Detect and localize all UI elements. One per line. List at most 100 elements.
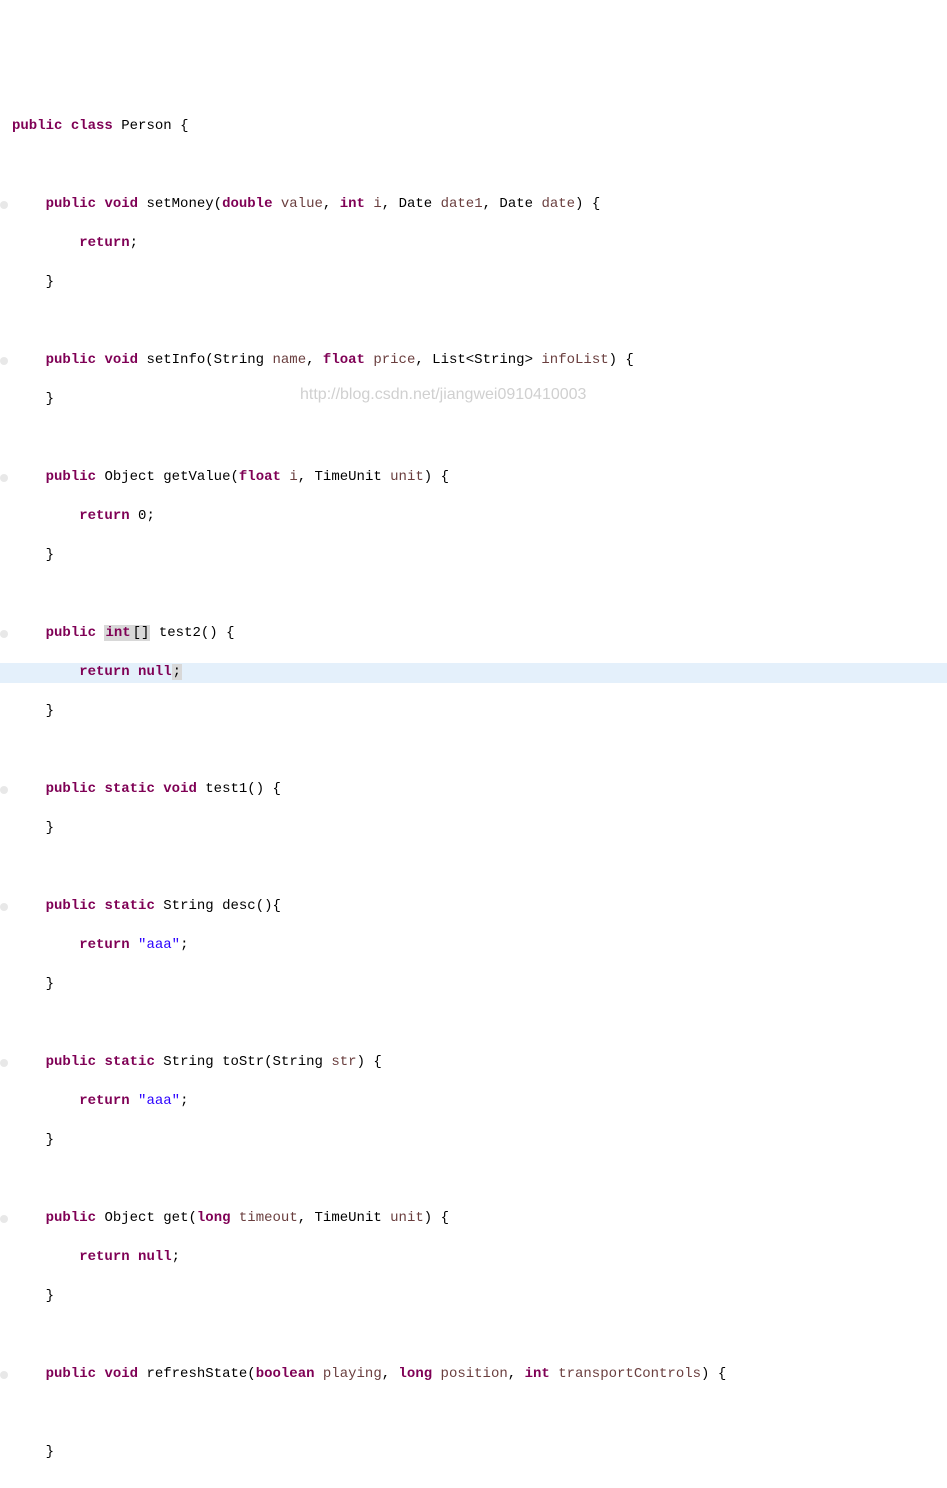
type-double: double bbox=[222, 196, 272, 212]
keyword-public: public bbox=[46, 1366, 96, 1382]
code-line[interactable]: public Object getValue(float i, TimeUnit… bbox=[0, 468, 947, 488]
string-literal: "aaa" bbox=[138, 937, 180, 953]
method-name: get bbox=[163, 1210, 188, 1226]
gutter-marker-icon[interactable] bbox=[0, 1371, 8, 1379]
keyword-void: void bbox=[163, 781, 197, 797]
type-list: List<String> bbox=[432, 352, 533, 368]
code-line-current[interactable]: return null; bbox=[0, 663, 947, 683]
code-line[interactable] bbox=[0, 1482, 947, 1488]
code-line[interactable]: } bbox=[0, 1131, 947, 1151]
type-int: int bbox=[525, 1366, 550, 1382]
code-line[interactable]: return "aaa"; bbox=[0, 1092, 947, 1112]
code-line[interactable]: public static void test1() { bbox=[0, 780, 947, 800]
code-line[interactable]: } bbox=[0, 546, 947, 566]
type-object: Object bbox=[104, 1210, 154, 1226]
gutter-marker-icon[interactable] bbox=[0, 1059, 8, 1067]
type-boolean: boolean bbox=[256, 1366, 315, 1382]
gutter-marker-icon[interactable] bbox=[0, 357, 8, 365]
keyword-public: public bbox=[46, 1210, 96, 1226]
array-brackets: [] bbox=[132, 625, 151, 641]
keyword-public: public bbox=[46, 1054, 96, 1070]
param-unit: unit bbox=[390, 1210, 424, 1226]
keyword-void: void bbox=[104, 196, 138, 212]
code-line[interactable] bbox=[0, 858, 947, 878]
type-float: float bbox=[239, 469, 281, 485]
code-line[interactable]: } bbox=[0, 702, 947, 722]
keyword-void: void bbox=[104, 352, 138, 368]
keyword-public: public bbox=[46, 196, 96, 212]
semicolon: ; bbox=[180, 1093, 188, 1109]
code-line[interactable]: public void setInfo(String name, float p… bbox=[0, 351, 947, 371]
code-line[interactable]: public int[] test2() { bbox=[0, 624, 947, 644]
keyword-static: static bbox=[104, 781, 154, 797]
code-line[interactable]: } bbox=[0, 1287, 947, 1307]
param-playing: playing bbox=[323, 1366, 382, 1382]
keyword-public: public bbox=[46, 781, 96, 797]
keyword-public: public bbox=[46, 898, 96, 914]
param-transportcontrols: transportControls bbox=[558, 1366, 701, 1382]
code-line[interactable]: public Object get(long timeout, TimeUnit… bbox=[0, 1209, 947, 1229]
gutter-marker-icon[interactable] bbox=[0, 786, 8, 794]
type-int-highlighted: int bbox=[104, 625, 131, 641]
method-name: getValue bbox=[163, 469, 230, 485]
code-line[interactable]: } bbox=[0, 975, 947, 995]
code-line[interactable] bbox=[0, 1170, 947, 1190]
code-editor[interactable]: public class Person { public void setMon… bbox=[0, 78, 947, 1488]
gutter-marker-icon[interactable] bbox=[0, 630, 8, 638]
keyword-return: return bbox=[79, 235, 129, 251]
code-line[interactable] bbox=[0, 429, 947, 449]
code-line[interactable]: } bbox=[0, 1443, 947, 1463]
gutter-marker-icon[interactable] bbox=[0, 1215, 8, 1223]
keyword-return: return bbox=[79, 508, 129, 524]
code-line[interactable]: } bbox=[0, 390, 947, 410]
code-line[interactable] bbox=[0, 1014, 947, 1034]
param-unit: unit bbox=[390, 469, 424, 485]
code-line[interactable]: public void setMoney(double value, int i… bbox=[0, 195, 947, 215]
type-date: Date bbox=[399, 196, 433, 212]
semicolon: ; bbox=[180, 937, 188, 953]
param-value: value bbox=[281, 196, 323, 212]
keyword-void: void bbox=[104, 1366, 138, 1382]
semicolon: ; bbox=[172, 1249, 180, 1265]
code-line[interactable] bbox=[0, 1326, 947, 1346]
code-line[interactable]: public static String desc(){ bbox=[0, 897, 947, 917]
type-int: int bbox=[340, 196, 365, 212]
code-line[interactable] bbox=[0, 312, 947, 332]
code-line[interactable] bbox=[0, 1404, 947, 1424]
keyword-static: static bbox=[104, 1054, 154, 1070]
param-name: name bbox=[273, 352, 307, 368]
method-name: toStr bbox=[222, 1054, 264, 1070]
code-line[interactable]: } bbox=[0, 273, 947, 293]
gutter-marker-icon[interactable] bbox=[0, 474, 8, 482]
code-line[interactable] bbox=[0, 585, 947, 605]
keyword-return: return bbox=[79, 1249, 129, 1265]
param-date: date bbox=[541, 196, 575, 212]
param-position: position bbox=[441, 1366, 508, 1382]
type-long: long bbox=[197, 1210, 231, 1226]
type-timeunit: TimeUnit bbox=[315, 1210, 382, 1226]
method-name: test1 bbox=[205, 781, 247, 797]
code-line[interactable]: public static String toStr(String str) { bbox=[0, 1053, 947, 1073]
brace: { bbox=[172, 118, 189, 134]
gutter-marker-icon[interactable] bbox=[0, 903, 8, 911]
code-line[interactable]: public class Person { bbox=[0, 117, 947, 137]
keyword-public: public bbox=[12, 118, 62, 134]
keyword-class: class bbox=[71, 118, 113, 134]
gutter-marker-icon[interactable] bbox=[0, 201, 8, 209]
code-line[interactable]: return 0; bbox=[0, 507, 947, 527]
code-line[interactable]: public void refreshState(boolean playing… bbox=[0, 1365, 947, 1385]
param-i: i bbox=[373, 196, 381, 212]
code-line[interactable] bbox=[0, 156, 947, 176]
type-string: String bbox=[273, 1054, 323, 1070]
param-timeout: timeout bbox=[239, 1210, 298, 1226]
param-i: i bbox=[289, 469, 297, 485]
keyword-public: public bbox=[46, 352, 96, 368]
keyword-null: null bbox=[130, 664, 172, 680]
code-line[interactable]: } bbox=[0, 819, 947, 839]
type-object: Object bbox=[104, 469, 154, 485]
class-name: Person bbox=[121, 118, 171, 134]
code-line[interactable]: return; bbox=[0, 234, 947, 254]
code-line[interactable]: return "aaa"; bbox=[0, 936, 947, 956]
return-value: 0; bbox=[130, 508, 155, 524]
code-line[interactable]: return null; bbox=[0, 1248, 947, 1268]
